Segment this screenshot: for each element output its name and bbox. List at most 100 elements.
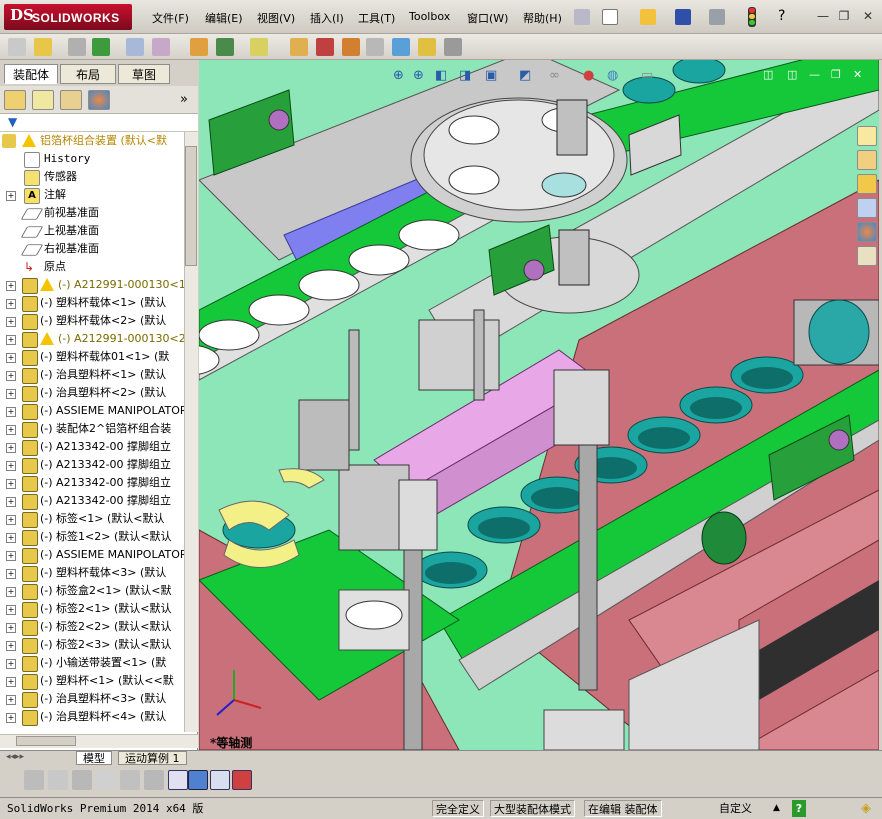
expand-icon[interactable]: + (6, 515, 16, 525)
design-library-icon[interactable] (857, 150, 877, 170)
expand-icon[interactable]: + (6, 407, 16, 417)
expand-icon[interactable]: + (6, 605, 16, 615)
expand-icon[interactable]: + (6, 353, 16, 363)
help-question-icon[interactable]: ? (778, 8, 785, 24)
linear-pattern-icon[interactable] (92, 38, 110, 56)
edit-appearance-icon[interactable]: ● (583, 68, 594, 83)
configurationmanager-icon[interactable] (60, 90, 82, 110)
interference-icon[interactable] (392, 38, 410, 56)
expand-icon[interactable]: + (6, 335, 16, 345)
propertymanager-icon[interactable] (32, 90, 54, 110)
split-view-icon[interactable]: ◫ (763, 68, 773, 81)
tree-component-item[interactable]: + (-) 塑料杯载体<3> (默认 (0, 564, 184, 582)
graphics-viewport[interactable]: ⊕ ⊕ ◧ ◨ ▣ ◩ ∞ ● ◍ ▭ ◫ ◫ — ❐ ✕ (199, 60, 879, 750)
tree-component-item[interactable]: + (-) ASSIEME MANIPOLATOR (0, 402, 184, 420)
solidworks-resources-icon[interactable] (857, 126, 877, 146)
show-hidden-icon[interactable] (190, 38, 208, 56)
tab-sketch[interactable]: 草图 (118, 64, 170, 84)
tab-layout[interactable]: 布局 (60, 64, 116, 84)
tree-component-item[interactable]: + (-) 塑料杯载体<2> (默认 (0, 312, 184, 330)
shaded-view-icon[interactable] (188, 770, 208, 790)
print-icon[interactable] (709, 9, 725, 25)
expand-icon[interactable]: + (6, 461, 16, 471)
tree-component-item[interactable]: + (-) 塑料杯<1> (默认<<默 (0, 672, 184, 690)
status-units[interactable]: 自定义 (716, 800, 755, 817)
expand-icon[interactable]: + (6, 479, 16, 489)
expand-icon[interactable]: + (6, 713, 16, 723)
tree-component-item[interactable]: + (-) 小输送带装置<1> (默 (0, 654, 184, 672)
view-settings-icon[interactable]: ▭ (641, 68, 653, 83)
expand-icon[interactable]: + (6, 695, 16, 705)
tree-component-item[interactable]: + (-) 装配体2^铝箔杯组合装 (0, 420, 184, 438)
expand-icon[interactable]: + (6, 371, 16, 381)
wireframe-icon[interactable] (96, 770, 116, 790)
explode-line-icon[interactable] (366, 38, 384, 56)
expand-icon[interactable]: + (6, 299, 16, 309)
menu-edit[interactable]: 编辑(E) (205, 10, 243, 26)
display-style-icon[interactable]: ◩ (519, 68, 531, 83)
viewport-restore-icon[interactable]: ❐ (831, 68, 841, 81)
expand-icon[interactable]: + (6, 677, 16, 687)
tree-component-item[interactable]: + (-) 治具塑料杯<3> (默认 (0, 690, 184, 708)
tree-component-item[interactable]: + (-) ASSIEME MANIPOLATOR (0, 546, 184, 564)
tree-component-item[interactable]: + (-) A213342-00 撑脚组立 (0, 438, 184, 456)
tree-component-item[interactable]: + (-) A213342-00 撑脚组立 (0, 474, 184, 492)
view-palette-icon[interactable] (857, 198, 877, 218)
tree-item-front-plane[interactable]: 前视基准面 (0, 204, 184, 222)
isometric-view-icon[interactable] (24, 770, 44, 790)
custom-properties-icon[interactable] (857, 246, 877, 266)
tree-component-item[interactable]: + (-) 标签盒2<1> (默认<默 (0, 582, 184, 600)
tree-component-item[interactable]: + (-) 治具塑料杯<2> (默认 (0, 384, 184, 402)
expand-icon[interactable]: + (6, 191, 16, 201)
expand-panel-icon[interactable]: » (180, 92, 188, 107)
coordinate-triad-icon[interactable] (168, 770, 188, 790)
render-tools-icon[interactable] (232, 770, 252, 790)
expand-icon[interactable]: + (6, 533, 16, 543)
reference-geometry-icon[interactable] (250, 38, 268, 56)
expand-icon[interactable]: + (6, 587, 16, 597)
tree-item-annotations[interactable]: + A 注解 (0, 186, 184, 204)
close-button[interactable]: ✕ (860, 9, 876, 23)
menu-insert[interactable]: 插入(I) (310, 10, 344, 26)
solidworks-logo[interactable]: DS SOLIDWORKS (4, 4, 132, 30)
new-document-icon[interactable] (602, 9, 618, 25)
scrollbar-thumb[interactable] (16, 736, 76, 746)
dimetric-view-icon[interactable] (72, 770, 92, 790)
units-dropdown-icon[interactable]: ▲ (770, 800, 783, 817)
tree-component-item[interactable]: + (-) 治具塑料杯<1> (默认 (0, 366, 184, 384)
viewport-close-icon[interactable]: ✕ (853, 68, 862, 81)
view-orientation-icon[interactable]: ▣ (485, 68, 497, 83)
tree-item-top-plane[interactable]: 上视基准面 (0, 222, 184, 240)
tree-component-item[interactable]: + (-) 治具塑料杯<4> (默认 (0, 708, 184, 726)
status-help[interactable]: ? (792, 800, 806, 817)
assembly-icon[interactable] (8, 38, 26, 56)
expand-icon[interactable]: + (6, 641, 16, 651)
zoom-to-area-icon[interactable]: ⊕ (413, 68, 424, 83)
tab-scroll-arrows-icon[interactable]: ◂◂▸▸ (6, 752, 24, 762)
tree-item-right-plane[interactable]: 右视基准面 (0, 240, 184, 258)
menu-file[interactable]: 文件(F) (152, 10, 189, 26)
restore-button[interactable]: ❐ (836, 9, 852, 23)
save-icon[interactable] (675, 9, 691, 25)
move-component-icon[interactable] (152, 38, 170, 56)
expand-icon[interactable]: + (6, 659, 16, 669)
viewport-minimize-icon[interactable]: — (809, 68, 820, 81)
apply-scene-icon[interactable]: ◍ (607, 68, 618, 83)
tag-icon[interactable]: ◈ (858, 800, 874, 817)
tree-component-item[interactable]: + (-) A213342-00 撑脚组立 (0, 492, 184, 510)
tree-component-item[interactable]: + (-) 标签2<2> (默认<默认 (0, 618, 184, 636)
smart-fasteners-icon[interactable] (126, 38, 144, 56)
bill-of-materials-icon[interactable] (316, 38, 334, 56)
tree-item-origin[interactable]: ↳ 原点 (0, 258, 184, 276)
mate-icon[interactable] (68, 38, 86, 56)
expand-icon[interactable]: + (6, 569, 16, 579)
minimize-button[interactable]: — (815, 9, 831, 23)
hide-show-items-icon[interactable]: ∞ (549, 68, 560, 83)
tree-component-item[interactable]: + (-) A213342-00 撑脚组立 (0, 456, 184, 474)
zoom-to-fit-icon[interactable]: ⊕ (393, 68, 404, 83)
tree-component-item[interactable]: + (-) 标签2<1> (默认<默认 (0, 600, 184, 618)
speedpak-icon[interactable] (444, 38, 462, 56)
tree-component-item[interactable]: + (-) 标签2<3> (默认<默认 (0, 636, 184, 654)
section-view-icon[interactable]: ◨ (459, 68, 471, 83)
status-large-assembly[interactable]: 大型装配体模式 (490, 800, 575, 817)
